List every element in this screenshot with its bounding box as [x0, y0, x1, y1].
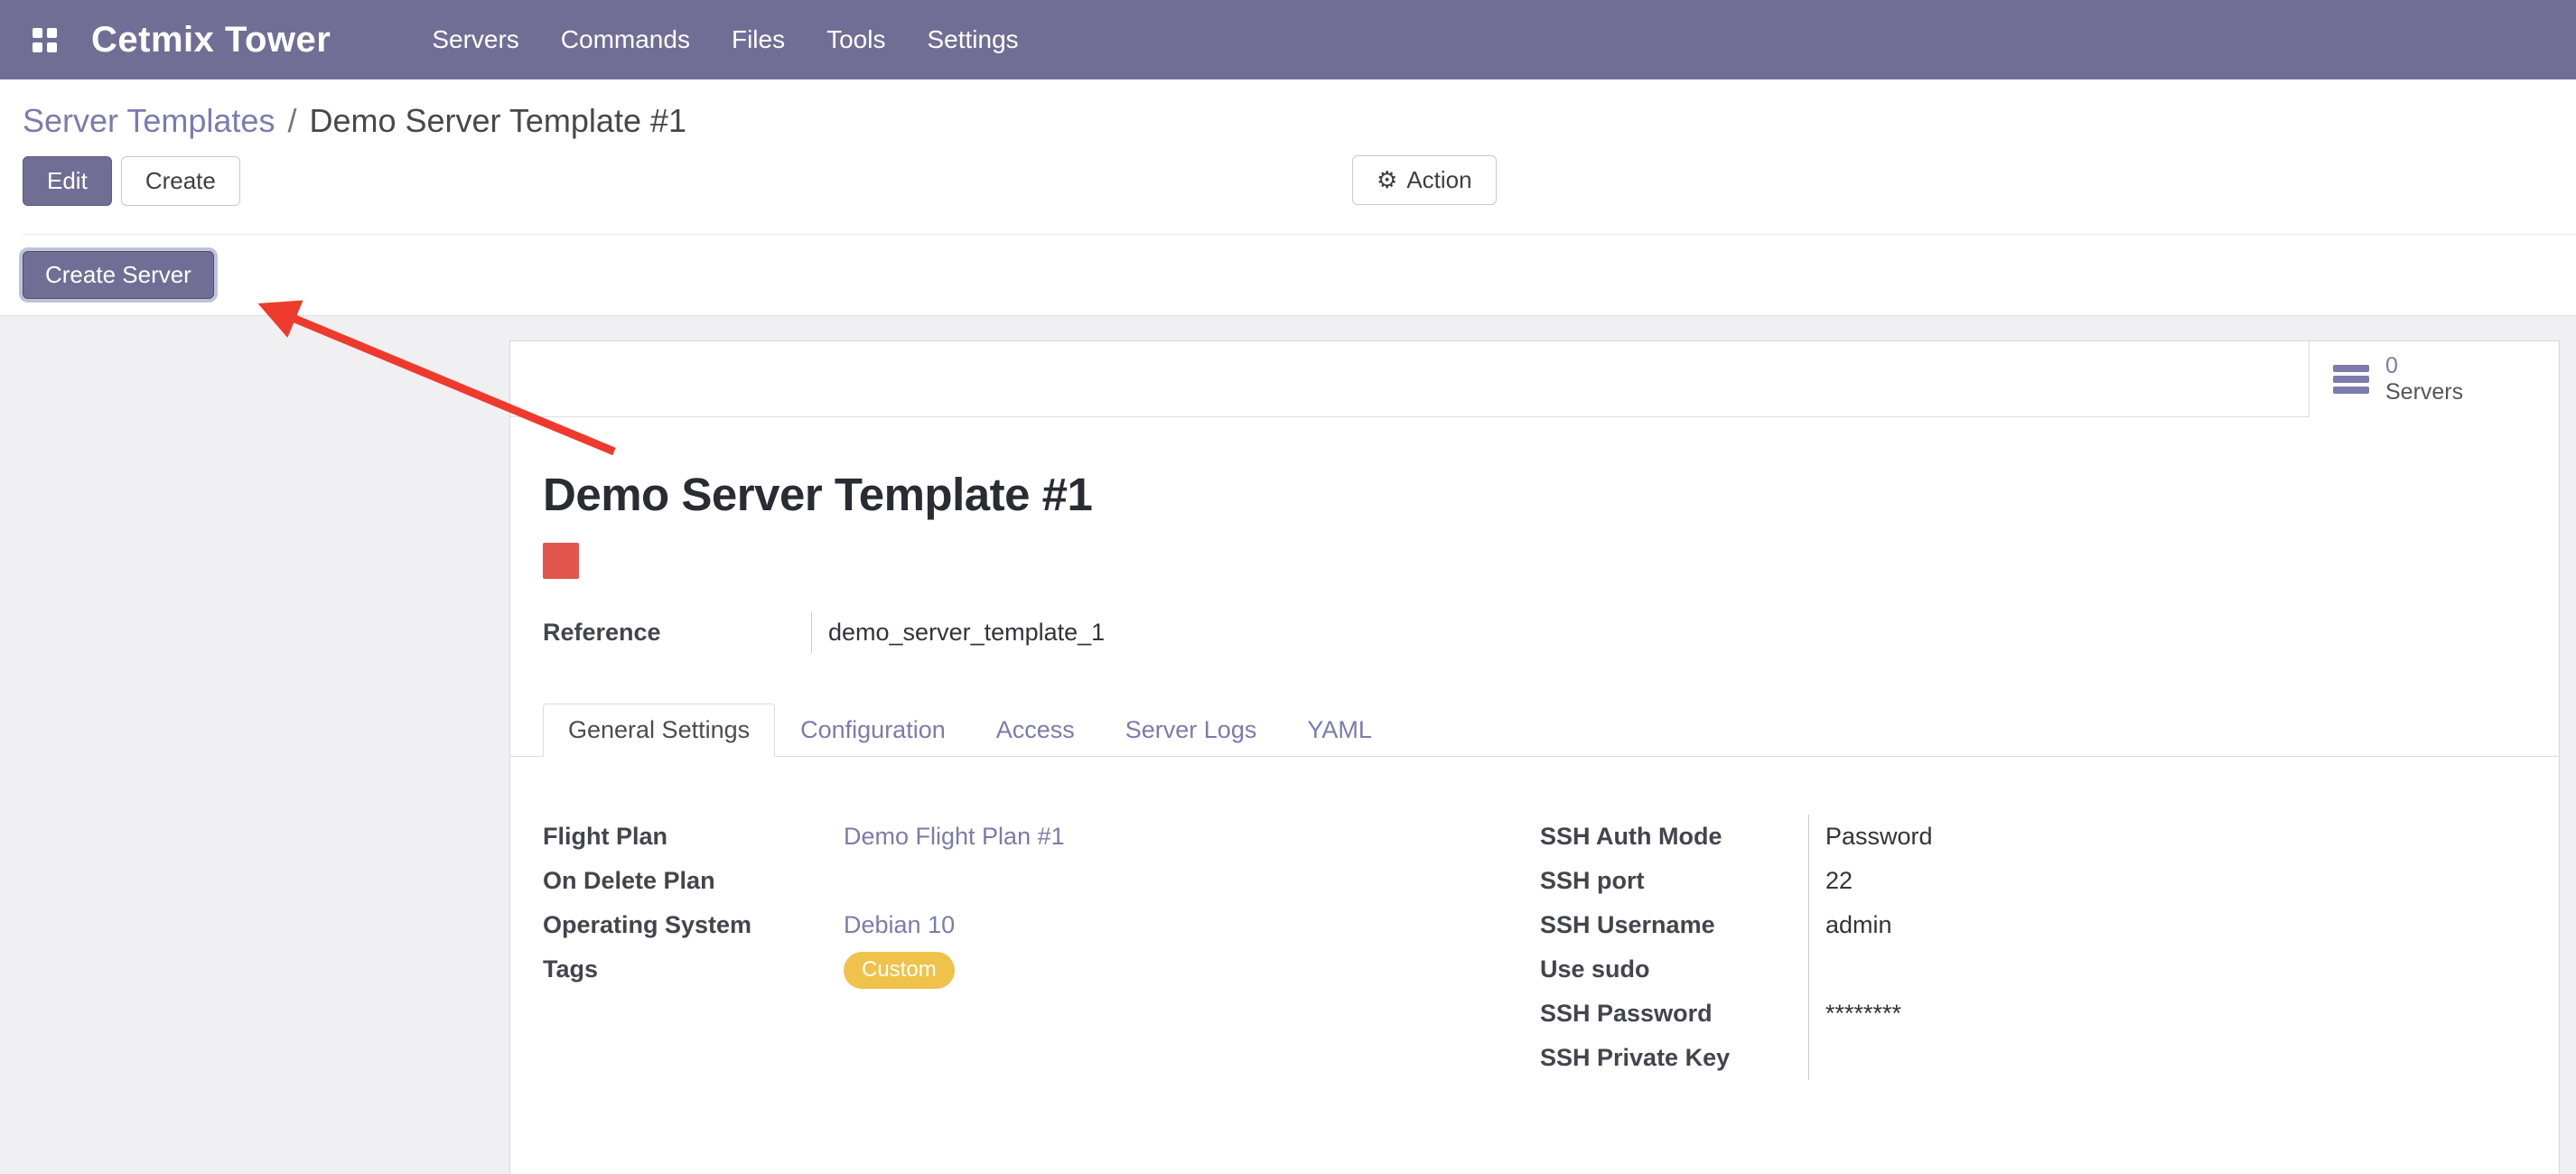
on-delete-plan-label: On Delete Plan [543, 859, 827, 903]
control-panel-buttons: Edit Create ⚙ Action [23, 155, 2576, 207]
gear-icon: ⚙ [1377, 168, 1397, 191]
ssh-port-label: SSH port [1540, 859, 1808, 903]
tags-label: Tags [543, 947, 827, 992]
apps-grid-dot [33, 28, 42, 38]
ssh-password-label: SSH Password [1540, 992, 1808, 1036]
notebook-tabs: General Settings Configuration Access Se… [510, 703, 2559, 757]
ssh-username-label: SSH Username [1540, 903, 1808, 947]
app-brand[interactable]: Cetmix Tower [91, 20, 331, 61]
color-swatch [543, 543, 579, 579]
view-header-row: Create Server [23, 234, 2576, 299]
create-button[interactable]: Create [121, 156, 240, 206]
main-menu: Servers Commands Files Tools Settings [432, 25, 1018, 54]
top-navbar: Cetmix Tower Servers Commands Files Tool… [0, 0, 2576, 79]
menu-settings[interactable]: Settings [927, 25, 1018, 54]
right-field-group: SSH Auth Mode Password SSH port 22 SSH U… [1540, 815, 2526, 1080]
button-box-row: 0 Servers [510, 341, 2559, 417]
ssh-port-value: 22 [1808, 859, 2526, 903]
tab-configuration[interactable]: Configuration [775, 703, 971, 757]
tags-value: Custom [827, 947, 1540, 992]
stat-label: Servers [2385, 379, 2463, 405]
action-button-label: Action [1406, 165, 1471, 195]
form-sheet: 0 Servers Demo Server Template #1 Refere… [509, 340, 2560, 1174]
operating-system-label: Operating System [543, 903, 827, 947]
control-panel: Server Templates / Demo Server Template #1… [0, 79, 2576, 316]
ssh-private-key-value [1808, 1036, 2526, 1080]
tab-yaml[interactable]: YAML [1282, 703, 1397, 757]
left-field-group: Flight Plan Demo Flight Plan #1 On Delet… [543, 815, 1540, 1080]
menu-files[interactable]: Files [732, 25, 785, 54]
ssh-auth-mode-value: Password [1808, 815, 2526, 859]
ssh-private-key-label: SSH Private Key [1540, 1036, 1808, 1080]
breadcrumb: Server Templates / Demo Server Template #1 [23, 99, 2576, 143]
breadcrumb-parent-link[interactable]: Server Templates [23, 102, 275, 139]
edit-button[interactable]: Edit [23, 156, 112, 206]
reference-label: Reference [543, 611, 811, 653]
tag-badge: Custom [844, 952, 955, 989]
content-area: 0 Servers Demo Server Template #1 Refere… [0, 316, 2576, 1174]
tab-access[interactable]: Access [971, 703, 1100, 757]
flight-plan-link[interactable]: Demo Flight Plan #1 [844, 823, 1065, 850]
page: Cetmix Tower Servers Commands Files Tool… [0, 0, 2576, 1174]
ssh-password-value: ******** [1808, 992, 2526, 1036]
on-delete-plan-value [827, 859, 1540, 903]
tab-general-settings[interactable]: General Settings [543, 703, 775, 757]
action-button[interactable]: ⚙ Action [1352, 155, 1497, 205]
flight-plan-value: Demo Flight Plan #1 [827, 815, 1540, 859]
breadcrumb-separator: / [287, 102, 296, 139]
menu-commands[interactable]: Commands [561, 25, 690, 54]
use-sudo-value [1808, 947, 2526, 992]
ssh-username-value: admin [1808, 903, 2526, 947]
reference-field: Reference demo_server_template_1 [543, 611, 1540, 653]
stat-text: 0 Servers [2385, 353, 2463, 405]
record-title: Demo Server Template #1 [543, 468, 2559, 521]
use-sudo-label: Use sudo [1540, 947, 1808, 992]
tab-server-logs[interactable]: Server Logs [1100, 703, 1283, 757]
apps-grid-dot [47, 42, 57, 52]
ssh-auth-mode-label: SSH Auth Mode [1540, 815, 1808, 859]
reference-value: demo_server_template_1 [811, 611, 1540, 653]
servers-stat-button[interactable]: 0 Servers [2309, 341, 2559, 417]
flight-plan-label: Flight Plan [543, 815, 827, 859]
menu-servers[interactable]: Servers [432, 25, 518, 54]
servers-stat-icon [2331, 362, 2371, 396]
apps-grid-dot [33, 42, 42, 52]
apps-grid-icon[interactable] [33, 28, 57, 52]
breadcrumb-current: Demo Server Template #1 [309, 102, 686, 139]
stat-value: 0 [2385, 353, 2398, 379]
operating-system-link[interactable]: Debian 10 [844, 911, 955, 938]
apps-grid-dot [47, 28, 57, 38]
tab-content: Flight Plan Demo Flight Plan #1 On Delet… [510, 757, 2559, 1080]
menu-tools[interactable]: Tools [826, 25, 885, 54]
operating-system-value: Debian 10 [827, 903, 1540, 947]
create-server-button[interactable]: Create Server [23, 251, 214, 299]
